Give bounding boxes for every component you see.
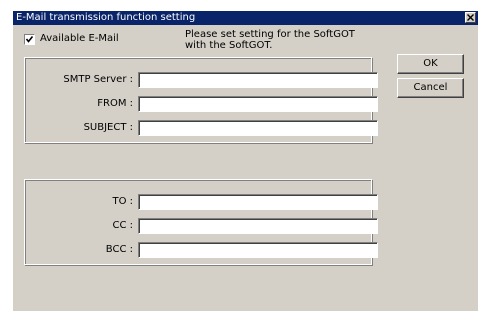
subject-input[interactable]	[138, 120, 378, 136]
info-note: Please set setting for the SoftGOT with …	[185, 29, 385, 51]
smtp-server-input[interactable]	[138, 72, 378, 88]
close-icon	[467, 14, 474, 21]
title-bar[interactable]: E-Mail transmission function setting	[13, 11, 478, 25]
cancel-button[interactable]: Cancel	[397, 78, 464, 98]
to-input[interactable]	[138, 194, 378, 210]
available-email-checkbox[interactable]	[24, 34, 35, 45]
bcc-input[interactable]	[138, 242, 378, 258]
cc-input[interactable]	[138, 218, 378, 234]
bcc-label: BCC :	[105, 244, 133, 255]
to-label: TO :	[112, 196, 133, 207]
checkmark-icon	[25, 36, 34, 43]
info-note-line-2: with the SoftGOT.	[185, 40, 273, 51]
info-note-line-1: Please set setting for the SoftGOT	[185, 29, 355, 40]
cc-label: CC :	[112, 220, 133, 231]
from-label: FROM :	[97, 98, 133, 109]
server-settings-group: SMTP Server : FROM : SUBJECT :	[24, 57, 378, 143]
recipients-group: TO : CC : BCC :	[24, 179, 378, 265]
ok-button[interactable]: OK	[397, 54, 464, 74]
from-input[interactable]	[138, 96, 378, 112]
email-settings-dialog: E-Mail transmission function setting Ava…	[12, 10, 478, 311]
subject-label: SUBJECT :	[83, 122, 133, 133]
close-button[interactable]	[465, 12, 476, 23]
window-title: E-Mail transmission function setting	[16, 12, 196, 23]
available-email-label: Available E-Mail	[40, 33, 119, 44]
smtp-server-label: SMTP Server :	[63, 74, 133, 85]
